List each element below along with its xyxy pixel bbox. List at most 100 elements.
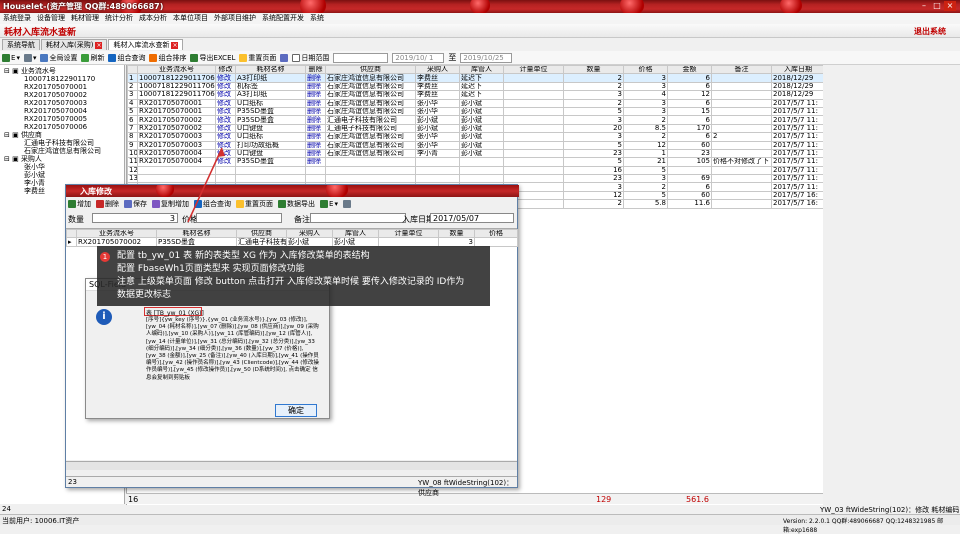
menu-config[interactable]: 系统配置开发 [259, 13, 307, 24]
print-button[interactable] [342, 200, 351, 208]
empty-field[interactable] [333, 52, 389, 63]
delete-button[interactable]: 删除 [96, 199, 119, 209]
print-button[interactable]: ▾ [23, 53, 36, 62]
export-excel-button[interactable]: 导出EXCEL [190, 53, 235, 63]
tree-leaf[interactable]: RX201705070002 [24, 91, 87, 99]
combo-query-button[interactable]: 组合查询 [108, 53, 145, 63]
add-button[interactable]: 增加 [68, 199, 91, 209]
menu-login[interactable]: 系统登录 [0, 13, 34, 24]
table-row[interactable]: 7 RX201705070002 修改 U口键盘 删除 汇通电子科技有限公司 彭小斌 彭小斌 2… [127, 123, 825, 134]
column-header[interactable]: 库管人 [332, 228, 379, 239]
delete-link[interactable]: 删除 [305, 157, 326, 167]
close-button[interactable]: × [944, 1, 956, 11]
menu-cost[interactable]: 成本分析 [136, 13, 170, 24]
delete-link[interactable]: 删除 [305, 81, 326, 92]
menu-system[interactable]: 系统 [307, 13, 327, 24]
tree-leaf[interactable]: 1000718122901170 [24, 75, 95, 83]
tree-leaf[interactable]: RX201705070003 [24, 99, 87, 107]
tree-leaf[interactable]: RX201705070005 [24, 115, 87, 123]
column-header[interactable]: 备注 [711, 64, 772, 75]
delete-link[interactable]: 删除 [305, 123, 326, 134]
column-header[interactable]: 耗材名称 [156, 228, 237, 239]
date-from-field[interactable]: 2019/10/ 1 [392, 52, 445, 63]
delete-link[interactable]: 删除 [305, 140, 326, 150]
save-button[interactable] [280, 53, 289, 62]
combo-sort-button[interactable]: 组合排序 [149, 53, 186, 63]
delete-link[interactable]: 删除 [305, 132, 326, 142]
export-menu-button[interactable]: E ▾ [320, 200, 338, 208]
exit-button[interactable]: 退出系统 [914, 26, 946, 37]
date-to-field[interactable]: 2019/10/25 [460, 52, 513, 63]
settings-button[interactable]: 全局设置 [40, 53, 77, 63]
delete-link[interactable]: 删除 [305, 106, 326, 117]
column-header[interactable]: 修改 [215, 64, 236, 75]
column-header[interactable]: 计量单位 [378, 228, 439, 239]
column-header[interactable]: 供应商 [236, 228, 287, 239]
tab-navigation[interactable]: 系统导航 [2, 39, 40, 50]
menu-device[interactable]: 设备管理 [34, 13, 68, 24]
maximize-button[interactable]: □ [931, 1, 943, 11]
edit-link[interactable]: 修改 [215, 106, 236, 117]
refresh-button[interactable]: 刷新 [81, 53, 104, 63]
qty-input[interactable]: 3 [92, 213, 178, 223]
tree-leaf[interactable]: 李费丝 [24, 187, 45, 195]
column-header[interactable]: 入库日期 [771, 64, 825, 75]
column-header[interactable]: 价格 [623, 64, 668, 75]
column-header[interactable]: 业务流水号 [137, 64, 216, 75]
edit-link[interactable]: 修改 [215, 123, 236, 134]
column-header[interactable]: 金额 [667, 64, 712, 75]
ok-button[interactable]: 确定 [275, 404, 317, 417]
column-header[interactable]: 删除 [305, 64, 326, 75]
edit-hscrollbar[interactable] [66, 461, 517, 470]
column-header[interactable]: 数量 [563, 64, 624, 75]
menu-consumables[interactable]: 耗材管理 [68, 13, 102, 24]
tree-node[interactable]: ⊟ ▣ 供应商 [4, 131, 42, 139]
delete-link[interactable] [305, 174, 326, 184]
tree-leaf[interactable]: RX201705070001 [24, 83, 87, 91]
tree-node[interactable]: ⊟ ▣ 业务流水号 [4, 67, 56, 75]
delete-link[interactable]: 删除 [305, 90, 326, 100]
menu-external[interactable]: 外部项目维护 [211, 13, 259, 24]
delete-link[interactable] [305, 165, 326, 176]
delete-link[interactable]: 删除 [305, 73, 326, 83]
tree-leaf[interactable]: 汇通电子科技有限公司 [24, 139, 94, 147]
menu-stats[interactable]: 统计分析 [102, 13, 136, 24]
date-input[interactable]: 2017/05/07 [430, 213, 514, 223]
table-row[interactable]: 5 RX201705070001 修改 P35SD墨盒 删除 石家庄鸿谊信息有限公司 张小华… [127, 106, 825, 117]
tree-leaf[interactable]: 彭小斌 [24, 171, 45, 179]
table-row[interactable]: 6 RX201705070002 修改 P35SD墨盒 删除 汇通电子科技有限公司 彭小斌彭… [127, 115, 825, 125]
save-button[interactable]: 保存 [124, 199, 147, 209]
table-row[interactable]: 3 10007181229011706 修改 A3打印纸 删除 石家庄鸿谊信息有限公司 李费… [127, 90, 825, 100]
edit-link[interactable]: 修改 [215, 73, 236, 83]
table-row[interactable]: 2 10007181229011706 修改 机标签 删除 石家庄鸿谊信息有限公司 李费丝延… [127, 81, 825, 92]
edit-link[interactable]: 修改 [215, 90, 236, 100]
column-header[interactable]: 耗材名称 [235, 64, 306, 75]
note-input[interactable] [310, 213, 406, 223]
column-header[interactable] [127, 64, 138, 75]
close-icon[interactable]: × [171, 41, 179, 49]
tree-leaf[interactable]: RX201705070004 [24, 107, 87, 115]
reset-page-button[interactable]: 重置页面 [239, 53, 276, 63]
column-header[interactable]: 供应商 [325, 64, 416, 75]
table-row[interactable]: 4 RX201705070001 修改 U口纸标 删除 石家庄鸿谊信息有限公司 张小华 彭小斌… [127, 98, 825, 108]
tree-leaf[interactable]: 石家庄鸿谊信息有限公司 [24, 147, 101, 155]
delete-link[interactable]: 删除 [305, 115, 326, 125]
menu-projects[interactable]: 本单位项目 [170, 13, 211, 24]
column-header[interactable]: 采购人 [415, 64, 460, 75]
column-header[interactable]: 采购人 [286, 228, 333, 239]
tab-stock-query[interactable]: 耗材入库流水查新 × [108, 39, 184, 50]
column-header[interactable]: 计量单位 [503, 64, 564, 75]
column-header[interactable]: 库管人 [459, 64, 504, 75]
column-header[interactable]: 数量 [438, 228, 475, 239]
delete-link[interactable]: 删除 [305, 148, 326, 159]
edit-link[interactable]: 修改 [215, 98, 236, 108]
tree-leaf[interactable]: 李小青 [24, 179, 45, 187]
minimize-button[interactable]: – [918, 1, 930, 11]
delete-link[interactable]: 删除 [305, 98, 326, 108]
column-header[interactable]: 价格 [474, 228, 518, 239]
edit-link[interactable]: 修改 [215, 81, 236, 92]
close-icon[interactable]: × [95, 41, 103, 49]
edit-link[interactable]: 修改 [215, 115, 236, 125]
table-row[interactable]: 1 10007181229011706 修改 A3打印纸 删除 石家庄鸿谊信息有限公司 李费… [127, 73, 825, 83]
column-header[interactable]: 业务流水号 [76, 228, 157, 239]
